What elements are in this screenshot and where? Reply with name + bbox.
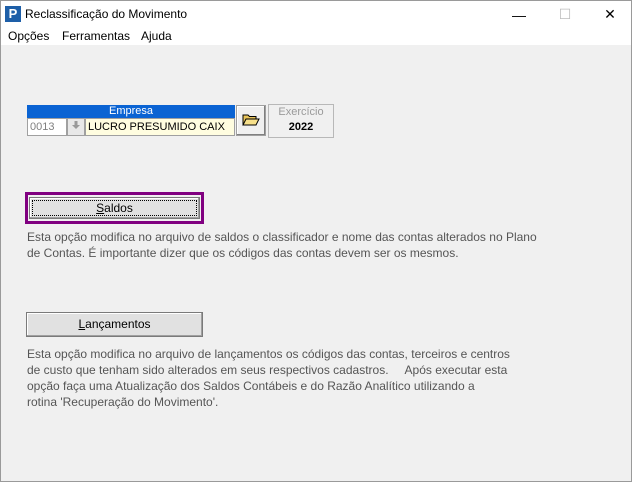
maximize-button[interactable]: ☐ bbox=[542, 1, 588, 28]
close-button[interactable]: ✕ bbox=[587, 1, 632, 28]
saldos-button[interactable]: Saldos bbox=[29, 197, 200, 219]
lancamentos-description-line: opção faça uma Atualização dos Saldos Co… bbox=[27, 379, 475, 393]
lancamentos-button-label: ançamentos bbox=[85, 317, 151, 331]
exercicio-value: 2022 bbox=[288, 121, 314, 133]
saldos-focus-dots bbox=[32, 200, 197, 216]
open-folder-icon bbox=[242, 112, 260, 130]
saldos-description-line: Esta opção modifica no arquivo de saldos… bbox=[27, 230, 537, 244]
lancamentos-description-line: rotina 'Recuperação do Movimento'. bbox=[27, 395, 219, 409]
empresa-code-field[interactable]: 0013 bbox=[27, 118, 67, 136]
lancamentos-description-line: Esta opção modifica no arquivo de lançam… bbox=[27, 347, 510, 361]
saldos-description-line: de Contas. É importante dizer que os cód… bbox=[27, 246, 459, 260]
lancamentos-button[interactable]: Lançamentos bbox=[26, 312, 203, 337]
menu-ferramentas[interactable]: Ferramentas bbox=[62, 29, 130, 43]
title-bar[interactable]: P Reclassificação do Movimento — ☐ ✕ bbox=[1, 1, 631, 28]
window-title: Reclassificação do Movimento bbox=[25, 7, 188, 21]
menu-ajuda[interactable]: Ajuda bbox=[141, 29, 172, 43]
exercicio-box: Exercício 2022 bbox=[268, 104, 334, 138]
empresa-name-field[interactable]: LUCRO PRESUMIDO CAIX bbox=[85, 118, 235, 136]
lancamentos-description-line: de custo que tenham sido alterados em se… bbox=[27, 363, 508, 377]
menu-bar: Opções Ferramentas Ajuda bbox=[1, 28, 631, 45]
app-window: P Reclassificação do Movimento — ☐ ✕ Opç… bbox=[0, 0, 632, 482]
down-arrow-icon bbox=[72, 121, 80, 133]
exercicio-label: Exercício bbox=[278, 106, 324, 118]
app-logo-icon: P bbox=[5, 6, 21, 22]
minimize-button[interactable]: — bbox=[496, 1, 542, 28]
open-empresa-button[interactable] bbox=[236, 105, 266, 136]
menu-opcoes[interactable]: Opções bbox=[8, 29, 49, 43]
empresa-dropdown-button[interactable] bbox=[67, 118, 85, 136]
empresa-header: Empresa bbox=[27, 105, 235, 118]
